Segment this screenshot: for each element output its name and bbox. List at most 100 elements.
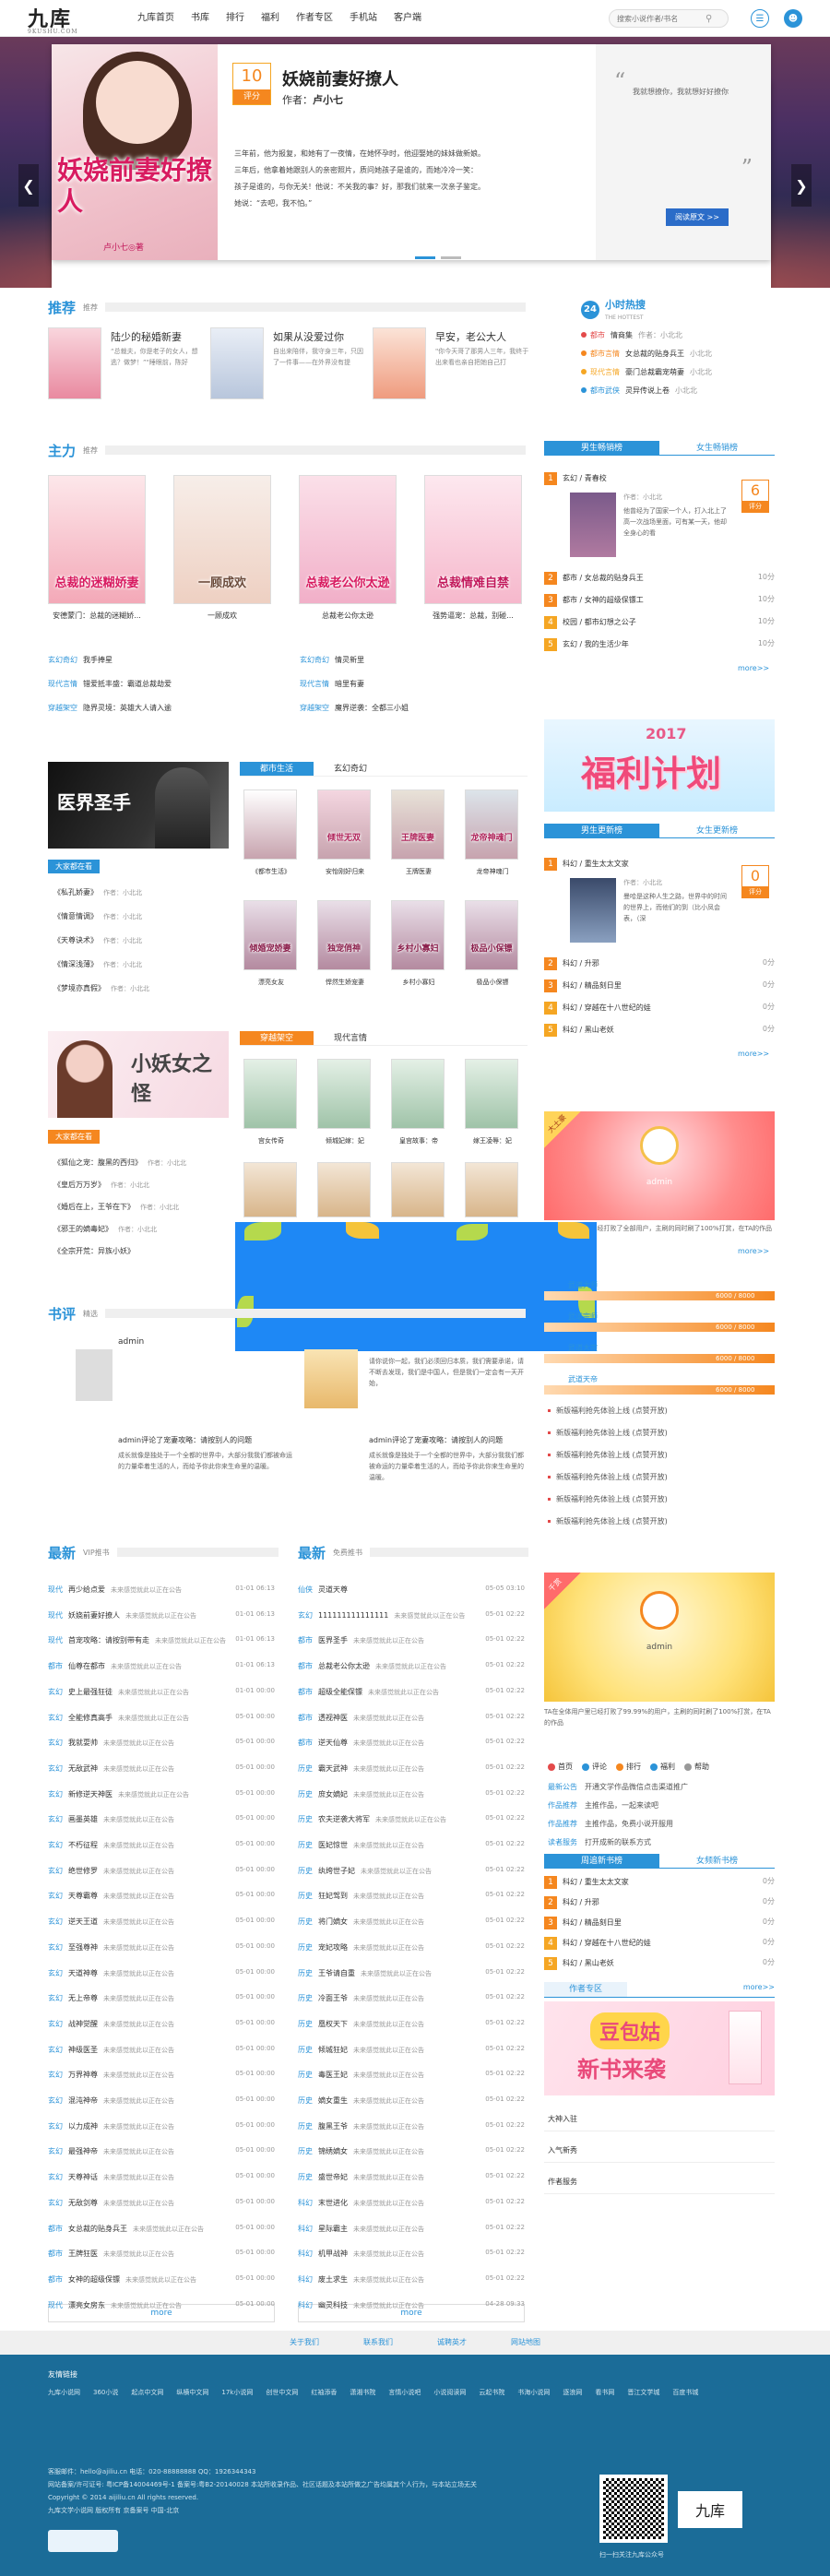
author-zone-link[interactable]: 大神入驻 xyxy=(548,2114,577,2124)
latest-row[interactable]: 玄幻 混沌神帝 未来感觉就此以正在公告 05-01 00:00 xyxy=(48,2095,275,2107)
city-cover[interactable]: 倾婚宠娇妻 xyxy=(243,900,297,970)
tab-female-update[interactable]: 女生更新榜 xyxy=(659,824,775,837)
latest-row[interactable]: 历史 狂妃驾到 未来感觉就此以正在公告 05-01 02:22 xyxy=(298,1891,525,1902)
latest-row[interactable]: 现代 首宠攻略：请按别带有走 未来感觉就此以正在公告 01-01 06:13 xyxy=(48,1635,275,1646)
recommend-title[interactable]: 如果从没爱过你 xyxy=(273,329,369,344)
floating-ad-overlay[interactable] xyxy=(235,1222,597,1351)
latest-row[interactable]: 科幻 星际霸主 未来感觉就此以正在公告 05-01 02:22 xyxy=(298,2224,525,2235)
latest-row[interactable]: 现代 漂亮女房东 未来感觉就此以正在公告 05-01 00:00 xyxy=(48,2300,275,2311)
carousel-dot[interactable] xyxy=(441,256,461,259)
masterpiece-link[interactable]: 穿越架空 魔界逆袭：全都三小姐 xyxy=(300,703,521,713)
city-list-item[interactable]: 《情意情调》 作者：小北北 xyxy=(53,911,229,921)
author-zone-link[interactable]: 入气新秀 xyxy=(548,2145,577,2155)
masterpiece-cover[interactable]: 一顾成欢 xyxy=(173,475,271,604)
friend-link[interactable]: 潇湘书院 xyxy=(350,2388,375,2397)
admin-name[interactable]: admin xyxy=(544,1178,775,1187)
footer-link[interactable]: 诚聘英才 xyxy=(437,2331,467,2355)
tab-fantasy[interactable]: 玄幻奇幻 xyxy=(314,762,387,776)
city-cover[interactable]: 独宠俏神 xyxy=(317,900,371,970)
city-list-item[interactable]: 《梦境亦真假》 作者：小北北 xyxy=(53,983,229,993)
friend-link[interactable]: 云起书院 xyxy=(479,2388,504,2397)
latest-row[interactable]: 历史 农夫逆袭大将军 未来感觉就此以正在公告 05-01 02:22 xyxy=(298,1814,525,1825)
tab-city[interactable]: 都市生活 xyxy=(240,762,314,776)
latest-row[interactable]: 都市 超级全能保镖 未来感觉就此以正在公告 05-01 02:22 xyxy=(298,1687,525,1698)
city-caption[interactable]: 龙帝神魂门 xyxy=(457,867,528,876)
tab-male-update[interactable]: 男生更新榜 xyxy=(544,824,659,837)
rank-row[interactable]: 5 玄幻 / 我的生活少年 10分 xyxy=(544,638,775,651)
friend-link[interactable]: 看书网 xyxy=(595,2388,614,2397)
tab-weekly-rank[interactable]: 周追新书榜 xyxy=(544,1854,659,1868)
rank-top-item[interactable]: 1 科幻 / 重生太太文家 作者：小北北 曼哈是这种人生之路，世界中的时间的世界上，而… xyxy=(544,858,775,946)
nav-item[interactable]: 九库首页 xyxy=(129,0,183,37)
latest-row[interactable]: 玄幻 最强神帝 未来感觉就此以正在公告 05-01 00:00 xyxy=(48,2146,275,2157)
review-title[interactable]: admin评论了宠妻攻略：请按别人的问题 xyxy=(369,1435,526,1445)
latest-row[interactable]: 玄幻 无敌武神 未来感觉就此以正在公告 05-01 00:00 xyxy=(48,1763,275,1775)
featured-title[interactable]: 妖娆前妻好撩人 xyxy=(282,66,398,90)
friend-link[interactable]: 晋江文学城 xyxy=(627,2388,659,2397)
masterpiece-link[interactable]: 现代言情 暗里有妻 xyxy=(300,679,521,689)
latest-row[interactable]: 玄幻 逆天王道 未来感觉就此以正在公告 05-01 00:00 xyxy=(48,1917,275,1928)
latest-row[interactable]: 玄幻 天尊神话 未来感觉就此以正在公告 05-01 00:00 xyxy=(48,2172,275,2183)
news-item[interactable]: 新版福利抢先体验上线 (点赞开放) xyxy=(548,1472,775,1482)
romance-cover[interactable] xyxy=(391,1162,445,1217)
romance-caption[interactable]: 皇宫故事：帝 xyxy=(384,1136,454,1146)
latest-row[interactable]: 玄幻 画墨英雄 未来感觉就此以正在公告 05-01 00:00 xyxy=(48,1814,275,1825)
site-logo[interactable]: 九库 9KUSHU.COM xyxy=(28,3,101,35)
rank-row[interactable]: 3 科幻 / 精品刻日里 0分 xyxy=(544,1917,775,1929)
latest-row[interactable]: 历史 盛世帝妃 未来感觉就此以正在公告 05-01 02:22 xyxy=(298,2172,525,2183)
rank-row[interactable]: 2 科幻 / 升邪 0分 xyxy=(544,1896,775,1909)
latest-row[interactable]: 玄幻 无上帝尊 未来感觉就此以正在公告 05-01 00:00 xyxy=(48,1993,275,2004)
tab-female-rank[interactable]: 女生畅销榜 xyxy=(659,441,775,455)
admin-avatar[interactable] xyxy=(640,1591,679,1630)
admin-name[interactable]: admin xyxy=(544,1643,775,1652)
rank-row[interactable]: 1 科幻 / 重生太太文家 0分 xyxy=(544,1876,775,1889)
user-action-line[interactable]: 作品推荐 主推作品，免费小说开服用 xyxy=(548,1819,775,1829)
footer-link[interactable]: 联系我们 xyxy=(363,2331,393,2355)
news-item[interactable]: 新版福利抢先体验上线 (点赞开放) xyxy=(548,1516,775,1526)
latest-row[interactable]: 历史 将门嫡女 未来感觉就此以正在公告 05-01 02:22 xyxy=(298,1917,525,1928)
latest-row[interactable]: 玄幻 天尊霸尊 未来感觉就此以正在公告 05-01 00:00 xyxy=(48,1891,275,1902)
romance-list-item[interactable]: 《全宗开荒：异族小妖》 xyxy=(53,1246,234,1256)
latest-row[interactable]: 玄幻 新修逆天神医 未来感觉就此以正在公告 05-01 00:00 xyxy=(48,1789,275,1800)
friend-link[interactable]: 创世中文网 xyxy=(266,2388,298,2397)
city-caption[interactable]: 王牌医妻 xyxy=(384,867,454,876)
user-action-line[interactable]: 读者服务 打开成新的联系方式 xyxy=(548,1837,775,1847)
city-list-item[interactable]: 《情深浅薄》 作者：小北北 xyxy=(53,959,229,969)
rank-row[interactable]: 4 科幻 / 穿越在十八世纪的娃 0分 xyxy=(544,1937,775,1950)
romance-list-item[interactable]: 《狐仙之宠：腹黑的西归》 作者：小北北 xyxy=(53,1157,234,1168)
tab-modern-romance[interactable]: 现代言情 xyxy=(314,1031,387,1045)
friend-link[interactable]: 书海小说网 xyxy=(517,2388,550,2397)
friend-link[interactable]: 纵横中文网 xyxy=(176,2388,208,2397)
masterpiece-caption[interactable]: 安德蒙门：总裁的迷糊娇... xyxy=(48,611,146,621)
more-link[interactable]: more>> xyxy=(743,1983,775,1991)
romance-list-item[interactable]: 《婚后在上，王爷在下》 作者：小北北 xyxy=(53,1202,234,1212)
review-title[interactable]: admin评论了宠妻攻略：请按别人的问题 xyxy=(118,1435,293,1445)
news-item[interactable]: 新版福利抢先体验上线 (点赞开放) xyxy=(548,1428,775,1438)
city-cover[interactable]: 倾世无双 xyxy=(317,789,371,860)
rank-row[interactable]: 2 都市 / 女总裁的贴身兵王 10分 xyxy=(544,572,775,585)
romance-caption[interactable]: 倾城妃嫁：妃 xyxy=(310,1136,380,1146)
masterpiece-link[interactable]: 玄幻奇幻 情灵新里 xyxy=(300,655,521,665)
next-arrow-icon[interactable]: ❯ xyxy=(791,164,812,207)
latest-row[interactable]: 玄幻 无敌剑尊 未来感觉就此以正在公告 05-01 00:00 xyxy=(48,2198,275,2209)
masterpiece-link[interactable]: 穿越架空 隐界灵境：英雄大人请入逾 xyxy=(48,703,269,713)
review-user[interactable]: admin xyxy=(118,1337,144,1347)
latest-row[interactable]: 科幻 机甲战神 未来感觉就此以正在公告 05-01 02:22 xyxy=(298,2249,525,2260)
romance-list-item[interactable]: 《邪王的嫡毒妃》 作者：小北北 xyxy=(53,1224,234,1234)
nav-item[interactable]: 福利 xyxy=(253,0,288,37)
latest-row[interactable]: 现代 妖娆前妻好撩人 未来感觉就此以正在公告 01-01 06:13 xyxy=(48,1610,275,1621)
city-caption[interactable]: 安怡刚好归来 xyxy=(310,867,380,876)
latest-row[interactable]: 历史 医妃惊世 未来感觉就此以正在公告 05-01 02:22 xyxy=(298,1840,525,1851)
user-action-item[interactable]: 首页 xyxy=(548,1762,573,1772)
latest-row[interactable]: 历史 锦绣嫡女 未来感觉就此以正在公告 05-01 02:22 xyxy=(298,2146,525,2157)
romance-cover[interactable] xyxy=(243,1162,297,1217)
rank-row[interactable]: 5 科幻 / 黑山老妖 0分 xyxy=(544,1024,775,1037)
more-link[interactable]: more>> xyxy=(738,1247,769,1255)
friend-link[interactable]: 九库小说网 xyxy=(48,2388,80,2397)
prev-arrow-icon[interactable]: ❮ xyxy=(18,164,39,207)
latest-row[interactable]: 都市 医界圣手 未来感觉就此以正在公告 05-01 02:22 xyxy=(298,1635,525,1646)
admin-avatar[interactable] xyxy=(640,1126,679,1165)
latest-row[interactable]: 历史 宠妃攻略 未来感觉就此以正在公告 05-01 02:22 xyxy=(298,1942,525,1953)
city-caption[interactable]: 极品小保镖 xyxy=(457,978,528,987)
rank-row[interactable]: 2 科幻 / 升邪 0分 xyxy=(544,957,775,970)
